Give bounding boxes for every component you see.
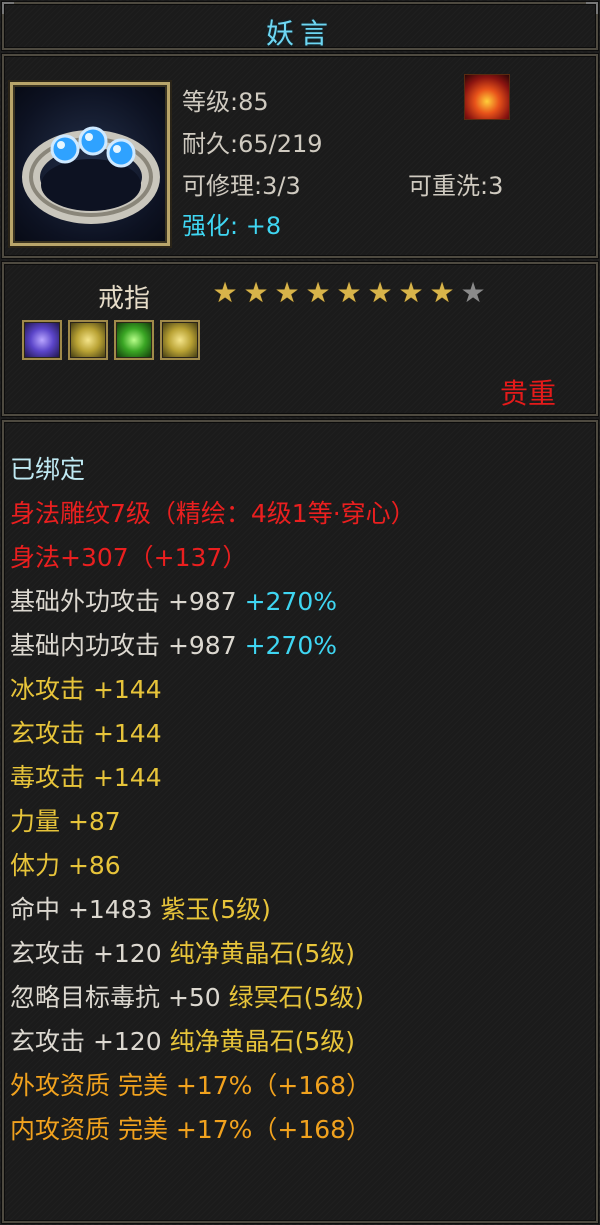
bound-status: 已绑定 [10, 455, 86, 484]
socket-gems [22, 320, 200, 360]
star-filled-icon: ★ [274, 276, 300, 309]
stat-line: 力量 +87 [10, 800, 590, 844]
item-stats: 已绑定 身法雕纹7级（精绘：4级1等·穿心） 身法+307（+137） 基础外功攻击… [2, 420, 598, 1223]
ring-with-blue-gems-icon [22, 126, 160, 224]
stat-line: 玄攻击 +120 纯净黄晶石(5级) [10, 1020, 590, 1064]
item-durability: 耐久:65/219 [182, 130, 323, 158]
star-filled-icon: ★ [305, 276, 331, 309]
star-filled-icon: ★ [336, 276, 362, 309]
stat-line: 玄攻击 +144 [10, 712, 590, 756]
stat-line: 身法雕纹7级（精绘：4级1等·穿心） [10, 492, 590, 536]
stat-text: 力量 +87 [10, 807, 121, 836]
stat-bonus: +270% [236, 587, 337, 616]
green-gem-icon[interactable] [114, 320, 154, 360]
stat-text: 基础外功攻击 +987 [10, 587, 237, 616]
item-repairable: 可修理:3/3 [182, 172, 301, 200]
stat-bonus: 紫玉(5级) [152, 895, 271, 924]
enhance-label: 强化: [182, 212, 239, 240]
stat-text: 玄攻击 +120 [10, 939, 162, 968]
item-tooltip: 妖言 等级:85 耐久:65/219 可修理:3/3 可重洗:3 强化: +8 [0, 0, 600, 1225]
item-enhance: 强化: +8 [182, 206, 281, 241]
stat-text: 毒攻击 +144 [10, 763, 162, 792]
stat-text: 忽略目标毒抗 +50 [10, 983, 221, 1012]
item-type: 戒指 [98, 284, 151, 314]
fire-phoenix-icon [464, 74, 510, 120]
stat-text: 身法+307（+137） [10, 543, 248, 572]
stat-text: 命中 +1483 [10, 895, 153, 924]
stat-line: 玄攻击 +120 纯净黄晶石(5级) [10, 932, 590, 976]
stat-line: 毒攻击 +144 [10, 756, 590, 800]
star-filled-icon: ★ [398, 276, 424, 309]
item-icon-frame [10, 82, 170, 246]
star-filled-icon: ★ [243, 276, 269, 309]
stat-text: 体力 +86 [10, 851, 121, 880]
enhance-value: +8 [245, 212, 282, 240]
stat-text: 基础内功攻击 +987 [10, 631, 237, 660]
item-type-section: 戒指 ★ ★ ★ ★ ★ ★ ★ ★ ★ 贵重 [2, 262, 598, 416]
stat-text: 内攻资质 完美 +17%（+168） [10, 1115, 372, 1144]
stat-bonus: 纯净黄晶石(5级) [161, 1027, 355, 1056]
item-level: 等级:85 [182, 88, 269, 116]
star-empty-icon: ★ [460, 276, 486, 309]
stat-bonus: +270% [236, 631, 337, 660]
stat-line: 冰攻击 +144 [10, 668, 590, 712]
item-rewashable: 可重洗:3 [408, 172, 504, 200]
yellow-gem-icon[interactable] [68, 320, 108, 360]
stat-line: 外攻资质 完美 +17%（+168） [10, 1064, 590, 1108]
stat-line: 基础外功攻击 +987 +270% [10, 580, 590, 624]
item-header: 等级:85 耐久:65/219 可修理:3/3 可重洗:3 强化: +8 [2, 54, 598, 258]
yellow-gem-icon[interactable] [160, 320, 200, 360]
stat-line: 内攻资质 完美 +17%（+168） [10, 1108, 590, 1152]
stat-line: 基础内功攻击 +987 +270% [10, 624, 590, 668]
item-name: 妖言 [265, 17, 334, 50]
stat-text: 玄攻击 +120 [10, 1027, 162, 1056]
stat-line: 忽略目标毒抗 +50 绿冥石(5级) [10, 976, 590, 1020]
star-filled-icon: ★ [367, 276, 393, 309]
stat-line: 体力 +86 [10, 844, 590, 888]
stat-text: 冰攻击 +144 [10, 675, 162, 704]
stat-line: 身法+307（+137） [10, 536, 590, 580]
stat-text: 外攻资质 完美 +17%（+168） [10, 1071, 372, 1100]
stat-line: 命中 +1483 紫玉(5级) [10, 888, 590, 932]
stat-text: 玄攻击 +144 [10, 719, 162, 748]
stat-bonus: 绿冥石(5级) [220, 983, 365, 1012]
star-filled-icon: ★ [429, 276, 455, 309]
stat-text: 身法雕纹7级（精绘：4级1等·穿心） [10, 499, 416, 528]
star-rating: ★ ★ ★ ★ ★ ★ ★ ★ ★ [210, 278, 488, 308]
purple-gem-icon[interactable] [22, 320, 62, 360]
star-filled-icon: ★ [212, 276, 238, 309]
stat-bonus: 纯净黄晶石(5级) [161, 939, 355, 968]
item-rarity: 贵重 [499, 377, 556, 410]
stat-list: 已绑定 身法雕纹7级（精绘：4级1等·穿心） 身法+307（+137） 基础外功攻击… [10, 448, 590, 1152]
title-bar: 妖言 [2, 2, 598, 50]
